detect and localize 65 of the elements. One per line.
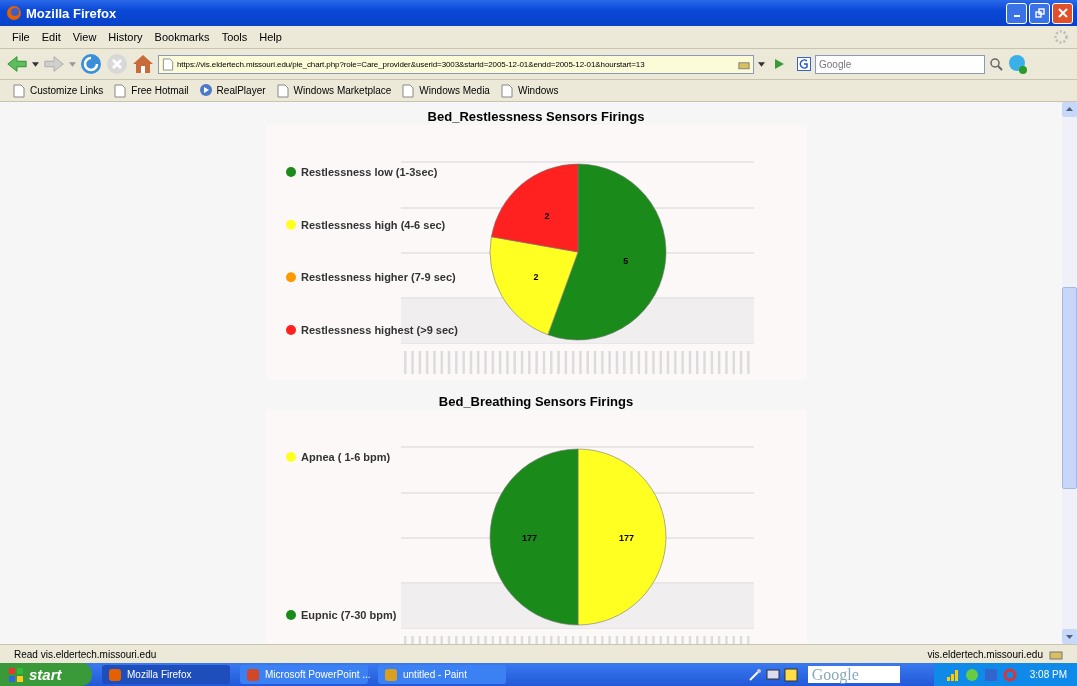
scroll-down-button[interactable] — [1062, 629, 1077, 644]
slice-value: 2 — [543, 210, 549, 221]
throbber-icon — [1053, 29, 1069, 45]
menu-item[interactable]: History — [104, 31, 147, 43]
chart-title: Bed_Restlessness Sensors Firings — [427, 108, 645, 125]
legend-label: Restlessness low (1-3sec) — [300, 166, 437, 178]
windows-flag-icon — [8, 666, 24, 683]
search-icon[interactable] — [989, 57, 1003, 71]
status-text: Read vis.eldertech.missouri.edu — [14, 648, 157, 660]
slice-value: 2 — [533, 272, 539, 283]
menu-item[interactable]: Tools — [217, 31, 252, 43]
page-icon[interactable] — [401, 83, 416, 98]
page-icon — [162, 57, 174, 71]
slice-value: 177 — [521, 533, 537, 543]
taskbar-button[interactable]: untitled - Paint — [378, 665, 506, 684]
restore-button[interactable] — [1029, 2, 1050, 24]
close-button[interactable] — [1052, 2, 1073, 24]
microphone-icon[interactable] — [747, 667, 762, 682]
reload-icon[interactable] — [80, 53, 102, 75]
go-icon[interactable] — [773, 58, 785, 70]
menu-item[interactable]: Help — [255, 31, 286, 43]
close-icon — [1057, 8, 1068, 18]
menu-item[interactable]: Bookmarks — [150, 31, 214, 43]
home-icon[interactable] — [132, 53, 154, 75]
monitor-icon[interactable] — [765, 667, 780, 682]
signal-icon[interactable] — [945, 667, 960, 682]
menu-item[interactable]: File — [8, 31, 34, 43]
bookmark-item[interactable]: Windows Marketplace — [293, 85, 392, 96]
minimize-button[interactable] — [1006, 2, 1027, 24]
ring-icon[interactable] — [1002, 667, 1017, 682]
slice-value: 177 — [618, 533, 634, 543]
legend-label: Apnea ( 1-6 bpm) — [300, 451, 390, 463]
taskbar-button[interactable]: Microsoft PowerPoint ... — [240, 665, 368, 684]
restore-icon — [1034, 8, 1045, 18]
start-button[interactable]: start — [0, 663, 92, 686]
legend-label: Restlessness highest (>9 sec) — [300, 324, 458, 336]
menu-item[interactable]: Edit — [37, 31, 65, 43]
legend-label: Eupnic (7-30 bpm) — [300, 609, 396, 621]
bookmark-item[interactable]: Windows Media — [419, 85, 490, 96]
status-host: vis.eldertech.missouri.edu — [927, 648, 1043, 660]
legend-label: Restlessness higher (7-9 sec) — [300, 271, 456, 284]
search-engine-icon[interactable] — [797, 57, 811, 71]
menu-item[interactable]: View — [68, 31, 101, 43]
scroll-up-button[interactable] — [1062, 102, 1077, 117]
bookmark-item[interactable]: Free Hotmail — [131, 85, 189, 96]
legend-label: Restlessness high (4-6 sec) — [300, 218, 445, 231]
page-icon[interactable] — [113, 83, 128, 98]
minimize-icon — [1013, 15, 1020, 17]
page-icon[interactable] — [275, 83, 290, 98]
scrollbar-thumb[interactable] — [1062, 287, 1077, 489]
taskbar-button[interactable]: Mozilla Firefox — [102, 665, 230, 684]
bookmark-item[interactable]: RealPlayer — [216, 85, 266, 96]
app-icon[interactable] — [983, 667, 998, 682]
player-icon[interactable] — [198, 83, 213, 98]
page-icon[interactable] — [499, 83, 514, 98]
dropdown-icon[interactable] — [32, 61, 39, 67]
dropdown-icon[interactable] — [758, 61, 765, 67]
window-title: Mozilla Firefox — [26, 5, 117, 21]
bookmark-item[interactable]: Customize Links — [30, 85, 104, 96]
chart-title: Bed_Breathing Sensors Firings — [438, 393, 634, 410]
page-icon[interactable] — [12, 83, 26, 98]
clock: 3:08 PM — [1029, 669, 1067, 680]
search-field[interactable]: Google — [815, 54, 985, 74]
bookmark-item[interactable]: Windows — [517, 85, 559, 96]
slice-value: 5 — [622, 256, 628, 267]
